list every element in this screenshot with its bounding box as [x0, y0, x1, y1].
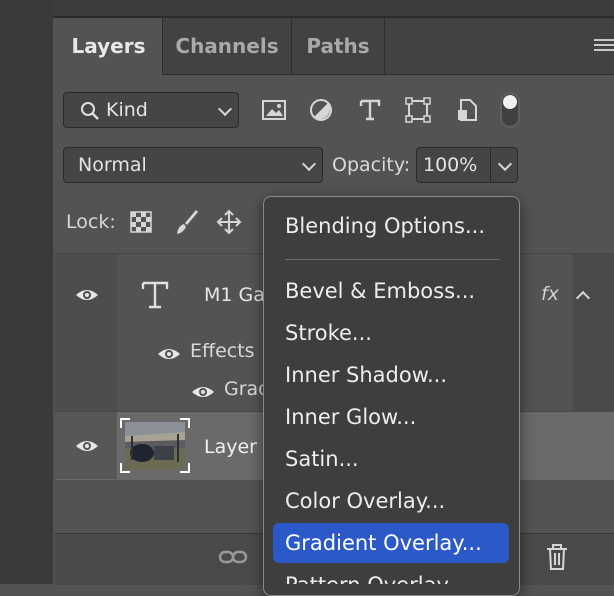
menu-item-bevel-emboss[interactable]: Bevel & Emboss... [273, 271, 509, 311]
fx-badge[interactable]: fx [541, 283, 559, 305]
filter-toggle[interactable] [500, 92, 520, 128]
lock-move-icon[interactable] [216, 209, 242, 235]
menu-item-pattern-overlay[interactable]: Pattern Overlay... [273, 565, 509, 584]
menu-item-gradient-overlay[interactable]: Gradient Overlay... [273, 523, 509, 563]
layer-thumbnail[interactable] [120, 418, 190, 473]
adjustment-filter-icon[interactable] [309, 98, 333, 122]
shape-filter-icon[interactable] [405, 97, 431, 123]
type-layer-icon [141, 281, 169, 309]
lock-label: Lock: [66, 211, 116, 233]
lock-brush-icon[interactable] [174, 208, 200, 236]
chevron-down-icon [301, 156, 317, 172]
tab-divider [384, 18, 385, 74]
smart-object-filter-icon[interactable] [455, 97, 479, 123]
menu-item-inner-glow[interactable]: Inner Glow... [273, 397, 509, 437]
filter-kind-label: Kind [106, 99, 148, 121]
menu-separator [285, 259, 500, 260]
image-filter-icon[interactable] [261, 99, 287, 121]
eye-icon[interactable] [190, 383, 216, 401]
eye-icon[interactable] [156, 345, 182, 363]
opacity-field[interactable]: 100% [416, 147, 518, 183]
blend-mode-dropdown[interactable]: Normal [63, 147, 323, 183]
filter-kind-dropdown[interactable]: Kind [63, 92, 239, 128]
menu-item-blending-options[interactable]: Blending Options... [273, 206, 509, 246]
effects-expander-column [573, 254, 614, 411]
menu-item-color-overlay[interactable]: Color Overlay... [273, 481, 509, 521]
menu-item-inner-shadow[interactable]: Inner Shadow... [273, 355, 509, 395]
visibility-column [55, 254, 117, 411]
link-icon[interactable] [218, 548, 248, 566]
left-dock-strip [0, 0, 54, 584]
eye-icon[interactable] [74, 437, 100, 455]
search-icon [81, 102, 99, 120]
blend-mode-value: Normal [78, 154, 147, 176]
panel-menu-icon[interactable] [592, 38, 614, 54]
eye-icon[interactable] [74, 286, 100, 304]
trash-icon[interactable] [545, 543, 569, 571]
panel-top-band [53, 0, 614, 18]
type-filter-icon[interactable] [358, 98, 382, 122]
effects-label[interactable]: Effects [190, 340, 255, 362]
lock-pixels-icon[interactable] [130, 211, 152, 233]
chevron-down-icon [217, 101, 233, 117]
tab-layers[interactable]: Layers [55, 18, 162, 75]
menu-item-stroke[interactable]: Stroke... [273, 313, 509, 353]
chevron-down-icon[interactable] [497, 156, 513, 172]
layer-name-text[interactable]: M1 Ga [204, 284, 265, 306]
tab-channels[interactable]: Channels [163, 18, 291, 74]
opacity-label: Opacity: [332, 154, 411, 176]
opacity-value[interactable]: 100% [423, 154, 477, 176]
menu-item-satin[interactable]: Satin... [273, 439, 509, 479]
layer-name-image[interactable]: Layer [204, 436, 257, 458]
tab-paths[interactable]: Paths [292, 18, 384, 74]
menu-clip: Blending Options... Bevel & Emboss... St… [263, 196, 520, 584]
